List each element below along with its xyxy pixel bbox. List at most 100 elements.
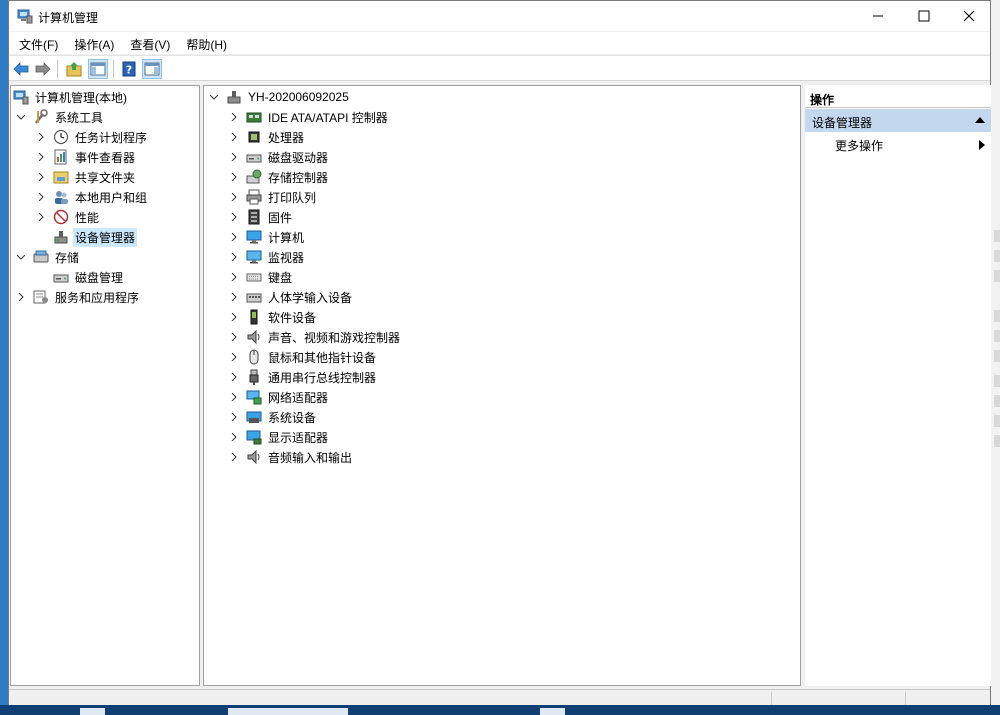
tree-item-event-viewer[interactable]: 事件查看器: [35, 147, 137, 167]
device-manager-icon: [53, 229, 69, 245]
printer-icon: [246, 189, 262, 205]
help-icon: ?: [122, 61, 136, 77]
tree-item-label: 设备管理器: [73, 227, 138, 247]
tree-item-label: 系统工具: [55, 110, 104, 125]
device-category[interactable]: 系统设备: [228, 407, 318, 427]
svg-text:?: ?: [126, 64, 132, 77]
more-actions-item[interactable]: 更多操作: [835, 137, 985, 155]
computer-icon: [246, 229, 262, 245]
tree-item-shared-folders[interactable]: 共享文件夹: [35, 167, 137, 187]
network-adapter-icon: [246, 389, 262, 405]
chevron-down-icon[interactable]: [208, 91, 220, 103]
computer-root-icon: [226, 89, 242, 105]
chevron-right-icon[interactable]: [15, 291, 27, 303]
chevron-right-icon[interactable]: [228, 231, 240, 243]
title-bar[interactable]: 计算机管理: [9, 1, 990, 31]
device-category[interactable]: 软件设备: [228, 307, 318, 327]
event-viewer-icon: [53, 149, 69, 165]
software-device-icon: [246, 309, 262, 325]
device-category-label: 键盘: [268, 270, 293, 285]
chevron-right-icon[interactable]: [228, 311, 240, 323]
tree-item-system-tools[interactable]: 系统工具: [15, 107, 105, 127]
menu-view[interactable]: 查看(V): [122, 32, 178, 54]
device-category[interactable]: 固件: [228, 207, 294, 227]
chevron-right-icon[interactable]: [228, 331, 240, 343]
chevron-down-icon[interactable]: [15, 111, 27, 123]
chevron-right-icon[interactable]: [228, 391, 240, 403]
show-hide-action-pane-icon: [144, 62, 160, 76]
device-category[interactable]: 处理器: [228, 127, 306, 147]
device-tree-root[interactable]: YH-202006092025: [208, 87, 351, 107]
chevron-right-icon[interactable]: [228, 411, 240, 423]
chevron-right-icon[interactable]: [228, 171, 240, 183]
taskbar[interactable]: [0, 705, 1000, 715]
device-category[interactable]: 计算机: [228, 227, 306, 247]
chevron-right-icon[interactable]: [228, 211, 240, 223]
forward-button[interactable]: [33, 59, 53, 79]
menu-help[interactable]: 帮助(H): [178, 32, 235, 54]
close-button[interactable]: [946, 1, 992, 31]
actions-section-device-manager[interactable]: 设备管理器: [805, 109, 991, 132]
menu-file[interactable]: 文件(F): [11, 32, 66, 54]
device-tree-pane[interactable]: YH-202006092025 IDE ATA/ATAPI 控制器处理器 磁盘驱动…: [203, 85, 801, 686]
chevron-right-icon[interactable]: [35, 171, 47, 183]
back-button[interactable]: [11, 59, 31, 79]
chevron-down-icon[interactable]: [15, 251, 27, 263]
computer-management-window: 计算机管理 文件(F) 操作(A) 查看(V) 帮助(H) ? 计算机管理(本地…: [8, 0, 991, 705]
system-device-icon: [246, 409, 262, 425]
chevron-right-icon[interactable]: [35, 211, 47, 223]
minimize-icon: [873, 15, 883, 17]
tree-item-services-applications[interactable]: 服务和应用程序: [15, 287, 141, 307]
show-hide-console-tree-button[interactable]: [88, 59, 108, 79]
storage-icon: [33, 249, 49, 265]
device-category[interactable]: 通用串行总线控制器: [228, 367, 378, 387]
device-category[interactable]: 磁盘驱动器: [228, 147, 330, 167]
collapse-up-icon[interactable]: [975, 117, 985, 123]
tree-item-local-users-groups[interactable]: 本地用户和组: [35, 187, 149, 207]
chevron-right-icon[interactable]: [228, 371, 240, 383]
device-category[interactable]: 监视器: [228, 247, 306, 267]
device-category[interactable]: 打印队列: [228, 187, 318, 207]
device-category[interactable]: 存储控制器: [228, 167, 330, 187]
device-category[interactable]: 显示适配器: [228, 427, 330, 447]
chevron-right-icon[interactable]: [228, 111, 240, 123]
computer-management-icon: [13, 89, 29, 105]
maximize-button[interactable]: [901, 1, 947, 31]
device-category[interactable]: 音频输入和输出: [228, 447, 354, 467]
tree-item-performance[interactable]: 性能: [35, 207, 101, 227]
chevron-right-icon[interactable]: [228, 251, 240, 263]
chevron-right-icon[interactable]: [228, 291, 240, 303]
chevron-right-icon[interactable]: [228, 431, 240, 443]
chevron-right-icon[interactable]: [228, 351, 240, 363]
minimize-button[interactable]: [855, 1, 901, 31]
chevron-right-icon[interactable]: [228, 191, 240, 203]
more-actions-label: 更多操作: [835, 139, 884, 153]
chevron-right-icon[interactable]: [228, 131, 240, 143]
firmware-icon: [246, 209, 262, 225]
device-category[interactable]: 声音、视频和游戏控制器: [228, 327, 402, 347]
chevron-right-icon[interactable]: [35, 151, 47, 163]
chevron-right-icon[interactable]: [228, 271, 240, 283]
tree-item-label: 服务和应用程序: [55, 290, 140, 305]
console-tree-pane[interactable]: 计算机管理(本地) 系统工具 任务计划程序 事件查看器 共享文件夹 本地用户和组: [10, 85, 200, 686]
tree-item-storage[interactable]: 存储: [15, 247, 81, 267]
tree-item-task-scheduler[interactable]: 任务计划程序: [35, 127, 149, 147]
chevron-right-icon[interactable]: [35, 191, 47, 203]
device-category[interactable]: 网络适配器: [228, 387, 330, 407]
chevron-right-icon[interactable]: [35, 131, 47, 143]
device-category[interactable]: 键盘: [228, 267, 294, 287]
device-category[interactable]: 鼠标和其他指针设备: [228, 347, 378, 367]
up-level-button[interactable]: [64, 59, 84, 79]
show-hide-action-pane-button[interactable]: [142, 59, 162, 79]
help-button[interactable]: ?: [119, 59, 139, 79]
menu-action[interactable]: 操作(A): [66, 32, 122, 54]
device-category-label: 存储控制器: [268, 170, 329, 185]
device-category[interactable]: IDE ATA/ATAPI 控制器: [228, 107, 390, 127]
chevron-right-icon[interactable]: [228, 451, 240, 463]
tree-item-device-manager[interactable]: 设备管理器: [35, 227, 138, 247]
tree-item-disk-management[interactable]: 磁盘管理: [35, 267, 125, 287]
device-category-label: IDE ATA/ATAPI 控制器: [268, 110, 388, 125]
tree-root[interactable]: 计算机管理(本地): [13, 87, 129, 107]
device-category[interactable]: 人体学输入设备: [228, 287, 354, 307]
chevron-right-icon[interactable]: [228, 151, 240, 163]
